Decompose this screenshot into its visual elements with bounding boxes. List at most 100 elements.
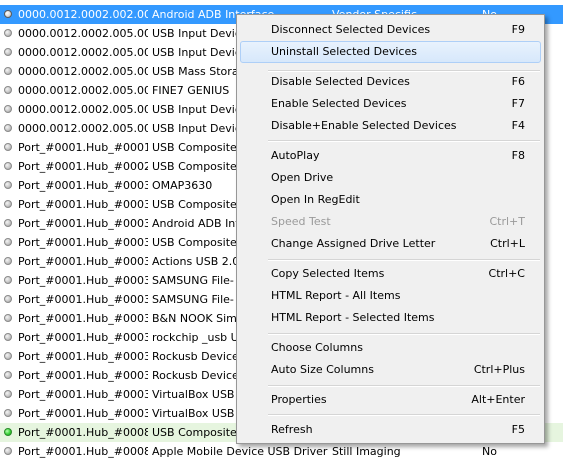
menu-item-label: Uninstall Selected Devices [271, 45, 417, 58]
status-dot-icon [4, 219, 12, 227]
menu-item-label: HTML Report - All Items [271, 289, 401, 302]
menu-separator [268, 140, 540, 142]
menu-item-label: Auto Size Columns [271, 363, 374, 376]
menu-item-shortcut: Ctrl+Plus [473, 363, 525, 376]
status-dot-icon [4, 276, 12, 284]
menu-item-open-drive[interactable]: Open Drive [240, 167, 541, 189]
menu-item-shortcut: F5 [511, 423, 525, 436]
status-dot-icon [4, 143, 12, 151]
menu-item-label: Refresh [271, 423, 313, 436]
menu-item-auto-size-columns[interactable]: Auto Size Columns Ctrl+Plus [240, 359, 541, 381]
device-id: Port_#0001.Hub_#0003 [18, 236, 148, 249]
menu-item-html-report-selected[interactable]: HTML Report - Selected Items [240, 307, 541, 329]
status-dot-icon [4, 390, 12, 398]
menu-item-change-drive-letter[interactable]: Change Assigned Drive Letter Ctrl+L [240, 233, 541, 255]
menu-item-label: Properties [271, 393, 327, 406]
menu-separator [268, 333, 540, 335]
menu-item-shortcut: F6 [511, 75, 525, 88]
device-id: 0000.0012.0002.005.00... [18, 65, 148, 78]
menu-item-properties[interactable]: Properties Alt+Enter [240, 389, 541, 411]
menu-item-shortcut: Ctrl+T [489, 215, 525, 228]
status-dot-icon [4, 333, 12, 341]
menu-item-shortcut: Alt+Enter [471, 393, 525, 406]
menu-item-label: Copy Selected Items [271, 267, 385, 280]
menu-item-speed-test: Speed Test Ctrl+T [240, 211, 541, 233]
device-id: Port_#0001.Hub_#0003 [18, 369, 148, 382]
device-id: 0000.0012.0002.005.00... [18, 122, 148, 135]
connected-dot-icon [4, 428, 12, 436]
menu-item-open-regedit[interactable]: Open In RegEdit [240, 189, 541, 211]
device-id: 0000.0012.0002.005.00... [18, 46, 148, 59]
menu-separator [268, 385, 540, 387]
menu-item-label: Disable Selected Devices [271, 75, 410, 88]
menu-item-html-report-all[interactable]: HTML Report - All Items [240, 285, 541, 307]
status-dot-icon [4, 48, 12, 56]
status-dot-icon [4, 257, 12, 265]
device-id: 0000.0012.0002.002.00... [18, 8, 148, 21]
device-id: Port_#0001.Hub_#0001 [18, 141, 148, 154]
status-dot-icon [4, 314, 12, 322]
device-id: 0000.0012.0002.005.00... [18, 27, 148, 40]
menu-item-enable[interactable]: Enable Selected Devices F7 [240, 93, 541, 115]
device-id: 0000.0012.0002.005.00... [18, 84, 148, 97]
status-dot-icon [4, 29, 12, 37]
device-id: Port_#0001.Hub_#0003 [18, 198, 148, 211]
device-id: Port_#0001.Hub_#0003 [18, 312, 148, 325]
status-dot-icon [4, 295, 12, 303]
device-id: Port_#0001.Hub_#0003 [18, 331, 148, 344]
status-dot-icon [4, 200, 12, 208]
menu-item-label: Disconnect Selected Devices [271, 23, 431, 36]
menu-item-label: Open Drive [271, 171, 334, 184]
device-type: Still Imaging [332, 445, 401, 458]
menu-item-label: Choose Columns [271, 341, 363, 354]
menu-item-disable[interactable]: Disable Selected Devices F6 [240, 71, 541, 93]
menu-item-shortcut: F7 [511, 97, 525, 110]
status-dot-icon [4, 162, 12, 170]
menu-item-disable-enable[interactable]: Disable+Enable Selected Devices F4 [240, 115, 541, 137]
menu-item-disconnect[interactable]: Disconnect Selected Devices F9 [240, 19, 541, 41]
menu-item-label: AutoPlay [271, 149, 320, 162]
status-dot-icon [4, 181, 12, 189]
device-id: Port_#0001.Hub_#0003 [18, 388, 148, 401]
menu-item-label: Disable+Enable Selected Devices [271, 119, 457, 132]
status-dot-icon [4, 105, 12, 113]
menu-item-label: Open In RegEdit [271, 193, 360, 206]
menu-item-shortcut: Ctrl+C [488, 267, 525, 280]
device-name: Apple Mobile Device USB Driver [152, 445, 328, 458]
device-id: Port_#0001.Hub_#0003 [18, 274, 148, 287]
menu-item-shortcut: F8 [511, 149, 525, 162]
device-row[interactable]: Port_#0001.Hub_#0008 Apple Mobile Device… [0, 442, 563, 461]
status-dot-icon [4, 409, 12, 417]
menu-item-uninstall[interactable]: Uninstall Selected Devices [240, 41, 541, 63]
status-dot-icon [4, 86, 12, 94]
menu-item-shortcut: Ctrl+L [490, 237, 525, 250]
status-dot-icon [4, 124, 12, 132]
context-menu: Disconnect Selected Devices F9 Uninstall… [236, 14, 545, 444]
device-id: Port_#0001.Hub_#0003 [18, 350, 148, 363]
device-id: Port_#0001.Hub_#0002 [18, 160, 148, 173]
status-dot-icon [4, 447, 12, 455]
menu-item-choose-columns[interactable]: Choose Columns [240, 337, 541, 359]
menu-separator [268, 414, 540, 416]
status-dot-icon [4, 371, 12, 379]
status-dot-icon [4, 10, 12, 18]
device-id: Port_#0001.Hub_#0003 [18, 179, 148, 192]
device-id: Port_#0001.Hub_#0008 [18, 445, 148, 458]
device-id: Port_#0001.Hub_#0003 [18, 407, 148, 420]
menu-item-label: Speed Test [271, 215, 331, 228]
menu-item-label: HTML Report - Selected Items [271, 311, 435, 324]
status-dot-icon [4, 352, 12, 360]
menu-item-refresh[interactable]: Refresh F5 [240, 419, 541, 441]
menu-item-autoplay[interactable]: AutoPlay F8 [240, 145, 541, 167]
status-dot-icon [4, 238, 12, 246]
device-id: 0000.0012.0002.005.00... [18, 103, 148, 116]
device-id: Port_#0001.Hub_#0003 [18, 217, 148, 230]
device-id: Port_#0001.Hub_#0008 [18, 426, 148, 439]
menu-item-label: Enable Selected Devices [271, 97, 407, 110]
status-dot-icon [4, 67, 12, 75]
menu-separator [268, 259, 540, 261]
device-connected: No [482, 445, 497, 458]
menu-item-label: Change Assigned Drive Letter [271, 237, 436, 250]
device-id: Port_#0001.Hub_#0003 [18, 293, 148, 306]
menu-item-copy[interactable]: Copy Selected Items Ctrl+C [240, 263, 541, 285]
